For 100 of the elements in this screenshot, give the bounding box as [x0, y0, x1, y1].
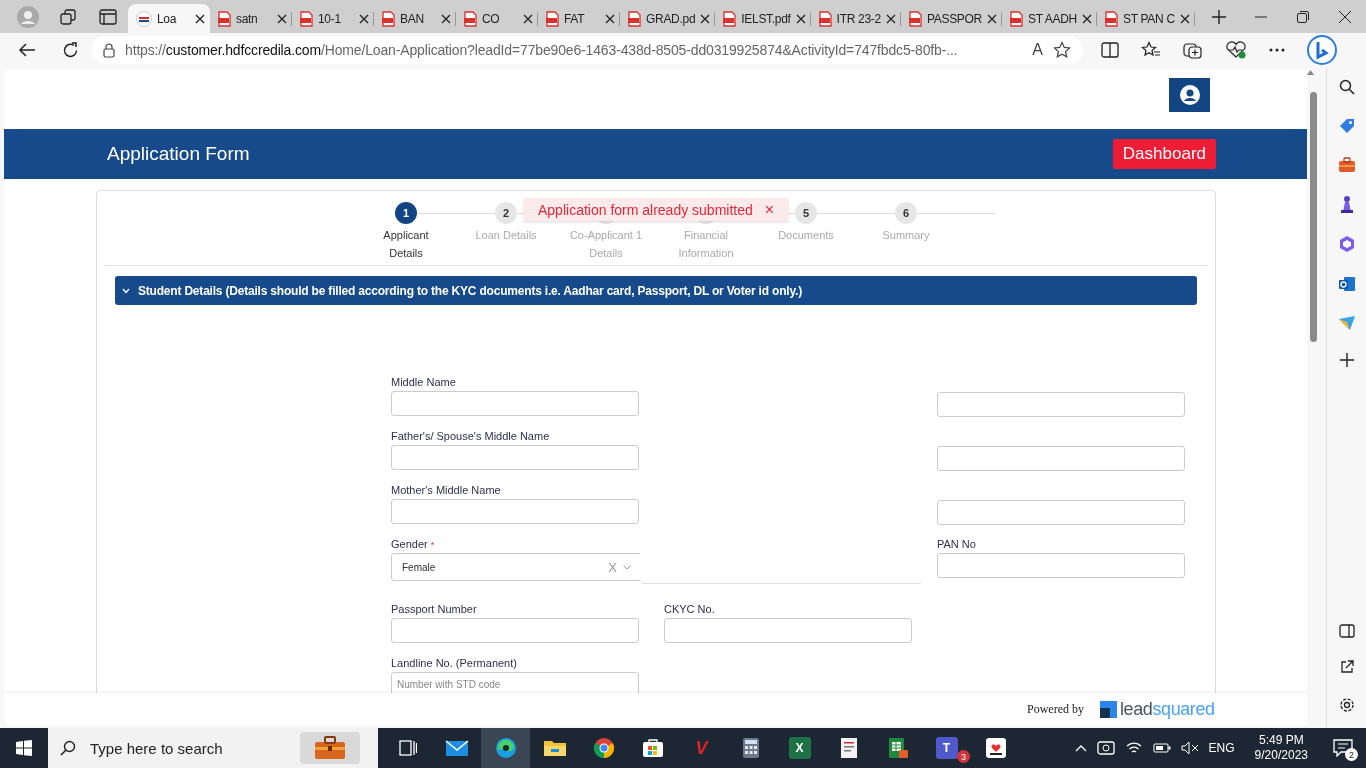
- input-field[interactable]: [391, 618, 639, 643]
- input-language[interactable]: ENG: [1208, 741, 1235, 755]
- browser-tab[interactable]: BAN: [374, 4, 456, 33]
- add-icon[interactable]: [1339, 353, 1354, 367]
- pdf-file-icon: [1104, 10, 1118, 27]
- send-icon[interactable]: [1337, 315, 1356, 331]
- step-label[interactable]: Applicant Details: [367, 226, 445, 262]
- close-window-icon[interactable]: [1339, 10, 1351, 23]
- section-header[interactable]: Student Details (Details should be filled according to the KYC documents i.e. Aadhar card, Passport, DL or Voter id only.): [115, 276, 1197, 305]
- read-aloud-button[interactable]: A: [1032, 41, 1043, 59]
- close-icon[interactable]: [885, 13, 896, 24]
- powered-by-text: Powered by: [1027, 701, 1084, 717]
- input-field[interactable]: [391, 391, 639, 416]
- browser-tab[interactable]: 10-1: [292, 4, 374, 33]
- lock-icon[interactable]: [103, 42, 115, 58]
- close-icon[interactable]: [986, 13, 997, 24]
- step-number[interactable]: 1: [395, 202, 417, 224]
- workspaces-icon[interactable]: [59, 7, 77, 26]
- close-icon[interactable]: [700, 13, 711, 24]
- address-bar[interactable]: https://customer.hdfccredila.com/Home/Loan-Application?leadId=77be90e6-1463-438d-8505-dd0319925874&ActivityId=747fbdc5-80fb-... A: [91, 36, 1083, 64]
- tab-actions-icon[interactable]: [99, 8, 117, 25]
- sidebar-toggle-icon[interactable]: [1338, 624, 1355, 638]
- muted-speaker-icon[interactable]: [1180, 741, 1199, 755]
- close-icon[interactable]: [441, 13, 451, 24]
- collections-icon[interactable]: [1183, 41, 1203, 59]
- step-number[interactable]: 6: [895, 202, 917, 224]
- taskbar-search-field[interactable]: Type here to search: [48, 728, 378, 768]
- refresh-icon[interactable]: [62, 41, 79, 59]
- wifi-icon[interactable]: [1124, 741, 1143, 755]
- input-field[interactable]: [937, 500, 1185, 525]
- input-field[interactable]: [391, 499, 639, 524]
- field-label: Mother's Middle Name: [391, 484, 502, 498]
- close-icon[interactable]: [1179, 13, 1190, 24]
- scroll-up-icon[interactable]: [1307, 70, 1314, 75]
- back-icon[interactable]: [18, 42, 36, 58]
- restore-icon[interactable]: [1297, 10, 1309, 23]
- dashboard-button[interactable]: Dashboard: [1112, 139, 1216, 169]
- close-icon[interactable]: [195, 13, 205, 24]
- windows-start-icon[interactable]: [16, 740, 32, 756]
- security-icon[interactable]: [1096, 740, 1115, 756]
- chat-app-icon[interactable]: T: [935, 737, 958, 759]
- browser-tab[interactable]: Loa: [128, 4, 210, 33]
- browser-tab[interactable]: PASSPOR: [900, 4, 1002, 33]
- browser-icon[interactable]: [494, 737, 517, 759]
- pdf-file-icon: [382, 10, 395, 27]
- close-icon[interactable]: [1081, 13, 1092, 24]
- new-tab-icon[interactable]: [1211, 9, 1226, 24]
- search-icon[interactable]: [1338, 79, 1355, 95]
- favorite-star-icon[interactable]: [1053, 41, 1071, 59]
- input-field[interactable]: [664, 618, 912, 643]
- step-number[interactable]: 2: [495, 202, 517, 224]
- show-hidden-icons-icon[interactable]: [1074, 744, 1087, 752]
- browser-tab[interactable]: GRAD.pd: [620, 4, 716, 33]
- spreadsheet-icon[interactable]: [886, 737, 909, 759]
- close-icon[interactable]: [605, 13, 615, 24]
- browser-tab[interactable]: FAT: [538, 4, 620, 33]
- profile-button[interactable]: [1169, 77, 1210, 112]
- browser-tab[interactable]: ITR 23-2: [810, 4, 901, 33]
- browser-tab[interactable]: CO: [456, 4, 538, 33]
- bing-chat-icon[interactable]: [1307, 35, 1337, 65]
- browser-tab[interactable]: IELST.pdf: [715, 4, 811, 33]
- briefcase-icon[interactable]: [1337, 157, 1356, 173]
- chrome-icon[interactable]: [592, 737, 615, 759]
- chess-piece-icon[interactable]: [1338, 195, 1355, 213]
- input-field[interactable]: [391, 445, 639, 470]
- browser-tab[interactable]: satn: [210, 4, 292, 33]
- close-icon[interactable]: [795, 13, 806, 24]
- pdf-app-icon[interactable]: [984, 737, 1007, 759]
- toast-close-button[interactable]: ×: [764, 200, 775, 219]
- external-link-icon[interactable]: [1339, 660, 1354, 674]
- more-icon[interactable]: [1269, 48, 1285, 52]
- favorites-icon[interactable]: [1141, 41, 1161, 59]
- input-field[interactable]: [937, 392, 1185, 417]
- pdf-file-icon: [818, 10, 832, 27]
- browser-essentials-icon[interactable]: [1225, 41, 1247, 59]
- calculator-icon[interactable]: [741, 737, 760, 759]
- select-field[interactable]: Female X: [391, 553, 642, 581]
- split-screen-icon[interactable]: [1101, 42, 1119, 58]
- scrollbar-thumb[interactable]: [1310, 92, 1317, 342]
- browser-tab[interactable]: ST PAN C: [1096, 4, 1195, 33]
- close-icon[interactable]: [277, 13, 287, 24]
- step-number[interactable]: 5: [795, 202, 817, 224]
- task-view-icon[interactable]: [398, 740, 417, 756]
- url-text: https://customer.hdfccredila.com/Home/Loan-Application?leadId=77be90e6-1463-438d-8505-dd0319925874&ActivityId=747fbdc5-80fb-...: [125, 42, 958, 58]
- folder-icon[interactable]: [542, 738, 567, 758]
- settings-icon[interactable]: [1337, 696, 1356, 714]
- close-icon[interactable]: [359, 13, 369, 24]
- spreadsheet-app-icon[interactable]: X: [788, 737, 811, 759]
- clock[interactable]: 5:49 PM 9/20/2023: [1254, 733, 1308, 763]
- browser-tab[interactable]: ST AADH: [1001, 4, 1097, 33]
- field-label: Middle Name: [391, 376, 457, 390]
- battery-icon[interactable]: [1152, 743, 1171, 753]
- notifications-icon[interactable]: [1333, 739, 1353, 757]
- close-icon[interactable]: [523, 13, 533, 24]
- input-field[interactable]: [937, 446, 1185, 471]
- page-title: Application Form: [107, 143, 250, 165]
- input-field[interactable]: [937, 553, 1185, 578]
- mail-icon[interactable]: [444, 739, 469, 757]
- chevron-down-icon[interactable]: [623, 564, 631, 570]
- store-icon[interactable]: [641, 738, 664, 758]
